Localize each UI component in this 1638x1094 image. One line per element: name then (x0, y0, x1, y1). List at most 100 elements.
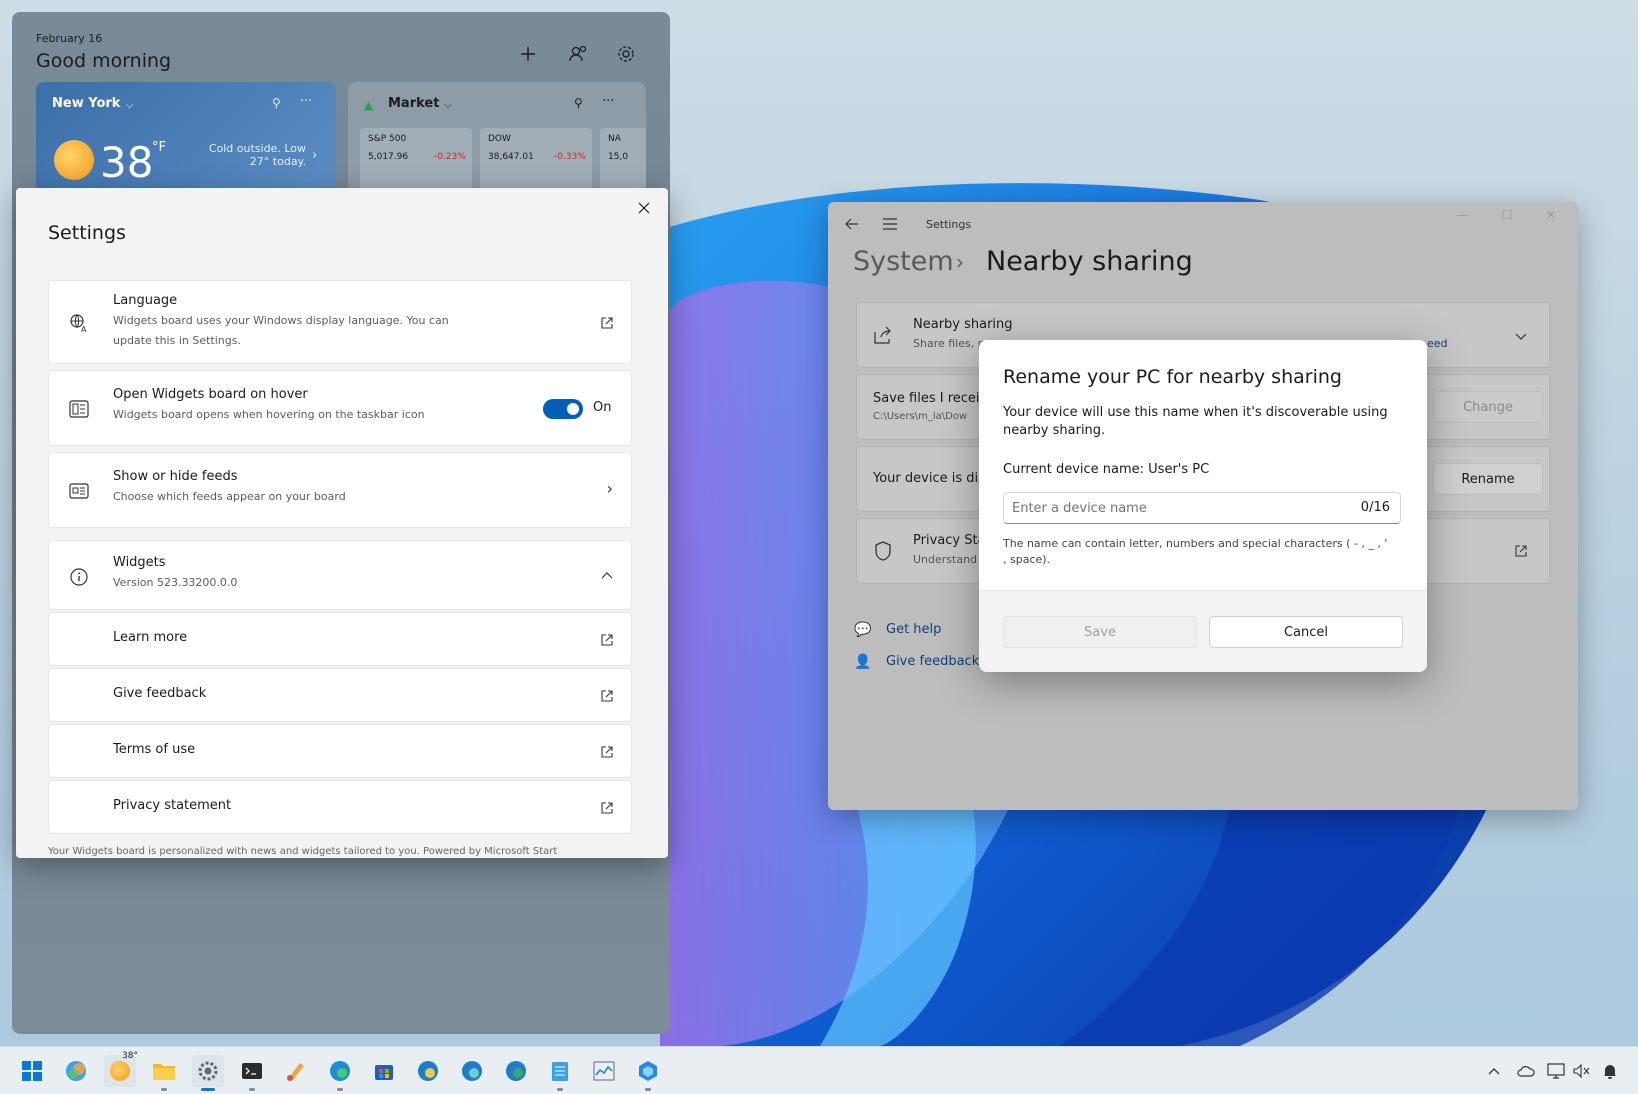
menu-icon[interactable] (880, 214, 900, 234)
ticker-value: 5,017.96 (368, 152, 409, 162)
cancel-button[interactable]: Cancel (1209, 616, 1403, 648)
market-chevron-down-icon[interactable]: ⌵ (444, 100, 452, 111)
pin-icon[interactable]: ⚲ (272, 96, 281, 110)
shield-icon (873, 541, 893, 561)
link-row-give-feedback[interactable]: Give feedback (48, 668, 632, 722)
link-row-privacy[interactable]: Privacy statement (48, 780, 632, 834)
market-title[interactable]: Market (388, 96, 439, 111)
link-label: Terms of use (113, 742, 196, 757)
maximize-icon[interactable]: ☐ (1502, 208, 1513, 222)
board-date: February 16 (36, 32, 103, 45)
widgets-settings-panel: Settings A Language Widgets board uses y… (16, 188, 668, 858)
start-icon[interactable] (16, 1055, 48, 1087)
board-settings-gear-icon[interactable] (614, 42, 638, 66)
save-files-path: C:\Users\m_la\Dow (873, 411, 968, 422)
running-indicator (337, 1088, 343, 1091)
feeds-title: Show or hide feeds (113, 469, 238, 484)
back-arrow-icon[interactable] (842, 214, 862, 234)
breadcrumb-parent[interactable]: System (853, 246, 954, 277)
open-external-icon[interactable] (599, 688, 615, 704)
link-row-learn-more[interactable]: Learn more (48, 612, 632, 666)
language-icon: A (69, 313, 89, 333)
edge-icon[interactable] (324, 1055, 356, 1091)
get-help-link[interactable]: Get help (886, 622, 941, 637)
weather-icon[interactable]: 38° (104, 1051, 138, 1087)
market-pin-icon[interactable]: ⚲ (574, 96, 583, 110)
weather-widget[interactable]: New York ⌵ ⚲ ··· 38 °F Cold outside. Low… (36, 82, 336, 192)
open-external-icon[interactable] (1513, 543, 1529, 559)
notification-icon[interactable] (1600, 1061, 1620, 1081)
minimize-icon[interactable]: — (1456, 208, 1468, 222)
weather-temp: 38 (100, 138, 154, 187)
device-name-input[interactable] (1012, 499, 1342, 517)
running-indicator (249, 1088, 255, 1091)
copilot-icon[interactable] (60, 1055, 92, 1087)
ticker-card[interactable]: NA 15,0 (600, 128, 646, 192)
device-name-input-wrapper[interactable]: 0/16 (1003, 492, 1401, 524)
toggle-knob (567, 403, 579, 415)
language-row[interactable]: A Language Widgets board uses your Windo… (48, 280, 632, 364)
close-icon[interactable] (634, 198, 654, 218)
change-button[interactable]: Change (1433, 391, 1543, 423)
market-widget[interactable]: ▲ Market ⌵ ⚲ ··· S&P 500 5,017.96 -0.23%… (348, 82, 646, 192)
store-icon[interactable] (368, 1055, 400, 1087)
feeds-icon (69, 481, 89, 501)
onedrive-icon[interactable] (1516, 1061, 1536, 1081)
edge-canary-icon[interactable] (412, 1055, 444, 1087)
more-options-icon[interactable]: ··· (300, 94, 312, 109)
ticker-value: 38,647.01 (488, 152, 534, 162)
window-title: Settings (926, 218, 972, 231)
feedback-icon: 👤 (854, 654, 872, 670)
open-external-icon[interactable] (599, 744, 615, 760)
nearby-link-fragment[interactable]: eed (1427, 337, 1448, 350)
network-icon[interactable] (1546, 1061, 1566, 1081)
dev-home-icon[interactable] (632, 1055, 664, 1091)
chevron-up-icon[interactable] (599, 567, 615, 583)
ticker-card[interactable]: S&P 500 5,017.96 -0.23% (360, 128, 472, 192)
breadcrumb-chevron-icon: › (956, 250, 964, 274)
market-trend-icon: ▲ (364, 98, 374, 112)
save-button[interactable]: Save (1003, 616, 1197, 648)
weather-next-chevron-icon[interactable]: › (312, 148, 317, 163)
link-row-terms[interactable]: Terms of use (48, 724, 632, 778)
open-external-icon[interactable] (599, 315, 615, 331)
volume-muted-icon[interactable] (1572, 1061, 1592, 1081)
rename-button[interactable]: Rename (1433, 463, 1543, 495)
taskbar: 38° (0, 1046, 1638, 1094)
widgets-board-icon (69, 399, 89, 419)
settings-icon[interactable] (192, 1055, 224, 1091)
partly-cloudy-icon (54, 140, 94, 180)
active-indicator (201, 1088, 215, 1091)
notepad-icon[interactable] (544, 1055, 576, 1091)
city-chevron-down-icon[interactable]: ⌵ (126, 100, 134, 111)
feeds-desc: Choose which feeds appear on your board (113, 490, 346, 503)
about-title: Widgets (113, 555, 166, 570)
hover-desc: Widgets board opens when hovering on the… (113, 408, 425, 421)
window-close-icon[interactable]: ✕ (1546, 208, 1556, 222)
account-icon[interactable] (566, 42, 590, 66)
open-external-icon[interactable] (599, 632, 615, 648)
chevron-right-icon[interactable]: › (607, 479, 613, 498)
chevron-down-icon[interactable] (1513, 329, 1529, 345)
char-count: 0/16 (1360, 500, 1390, 515)
ticker-name: NA (608, 134, 621, 144)
terminal-icon[interactable] (236, 1055, 268, 1091)
open-external-icon[interactable] (599, 800, 615, 816)
hover-toggle[interactable] (543, 399, 583, 419)
ticker-card[interactable]: DOW 38,647.01 -0.33% (480, 128, 592, 192)
running-indicator (645, 1088, 651, 1091)
edge-beta-icon[interactable] (456, 1055, 488, 1087)
market-more-options-icon[interactable]: ··· (602, 94, 614, 109)
task-manager-icon[interactable] (588, 1055, 620, 1087)
feeds-row[interactable]: Show or hide feeds Choose which feeds ap… (48, 452, 632, 528)
dialog-footer: Save Cancel (979, 590, 1427, 672)
about-row[interactable]: Widgets Version 523.33200.0.0 (48, 540, 632, 610)
file-explorer-icon[interactable] (148, 1055, 180, 1091)
weather-city[interactable]: New York (52, 96, 120, 111)
edge-dev-icon[interactable] (500, 1055, 532, 1087)
give-feedback-link[interactable]: Give feedback (886, 654, 979, 669)
add-widget-icon[interactable] (516, 42, 540, 66)
weather-summary: Cold outside. Low 27° today. (188, 142, 306, 168)
paint-icon[interactable] (280, 1055, 312, 1087)
chevron-up-icon[interactable] (1484, 1061, 1504, 1081)
